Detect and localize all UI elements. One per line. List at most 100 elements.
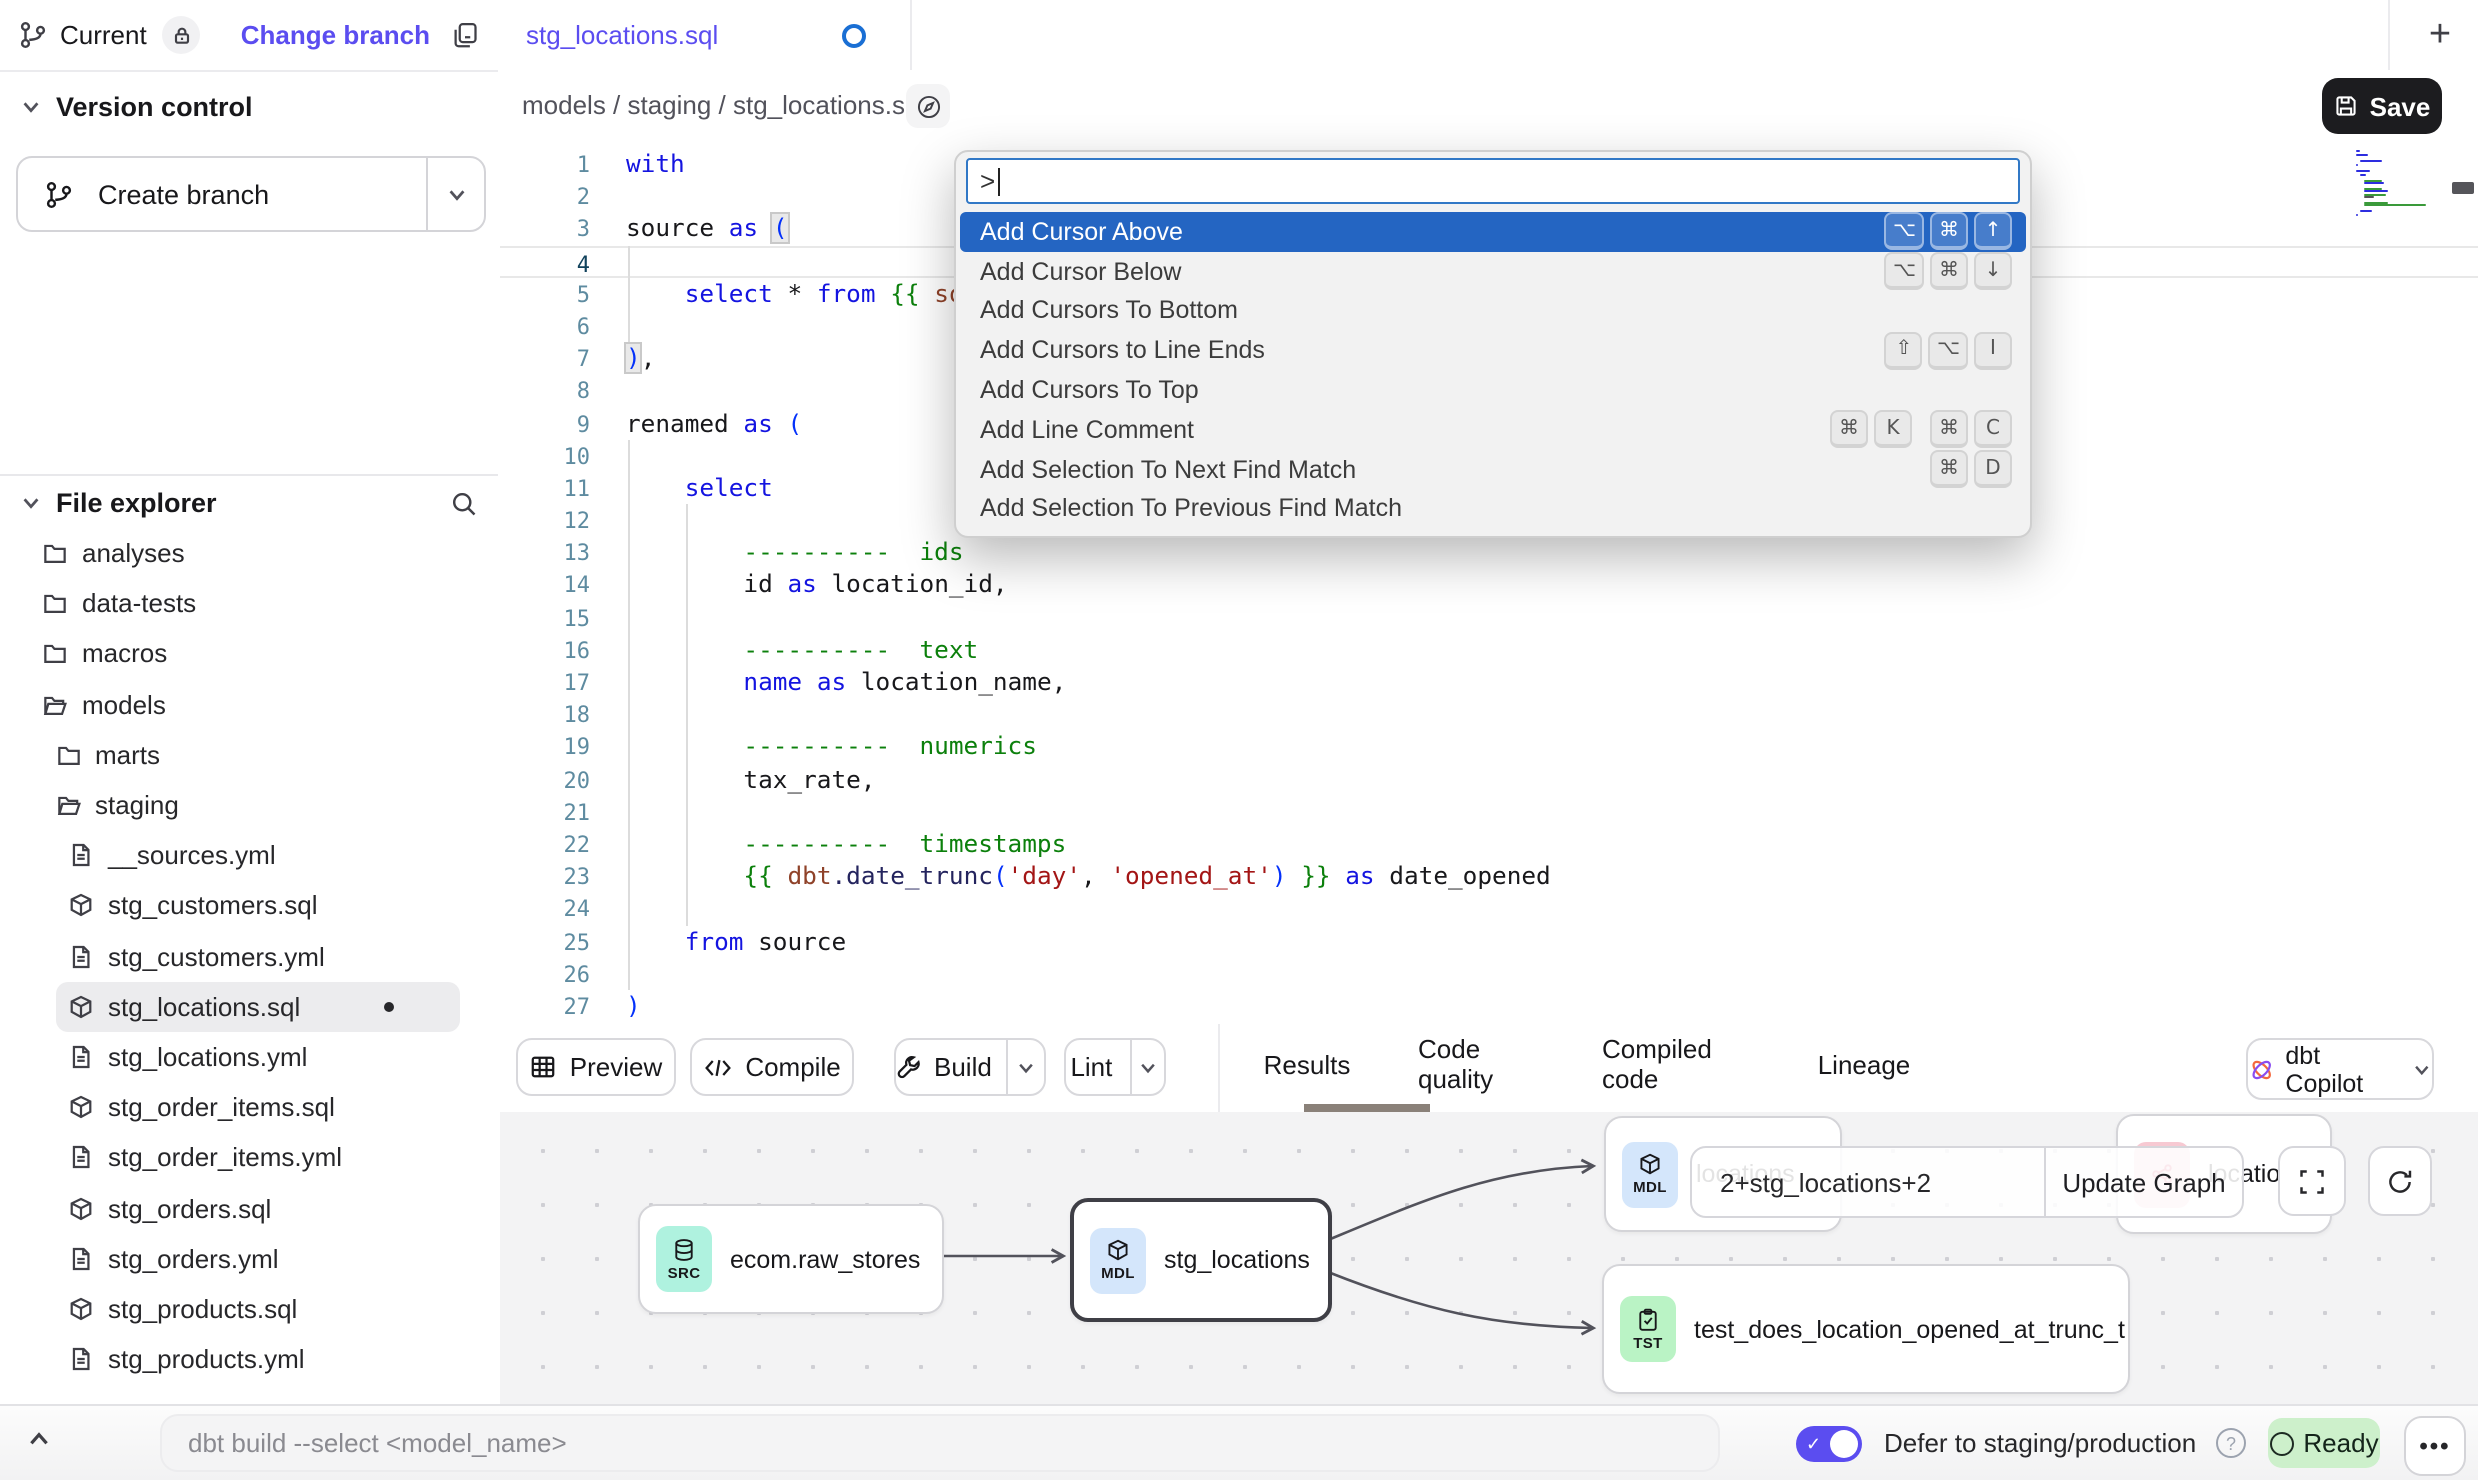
code-line-23[interactable]: 23 {{ dbt.date_trunc('day', 'opened_at')… [500,860,2478,892]
text-caret [997,167,999,195]
lineage-node-stg-locations[interactable]: MDL stg_locations [1070,1198,1332,1322]
code-line-17[interactable]: 17 name as location_name, [500,666,2478,698]
lineage-selector-input[interactable]: 2+stg_locations+2 [1692,1167,2044,1197]
dbt-copilot-button[interactable]: dbt Copilot [2246,1038,2434,1100]
help-icon[interactable]: ? [2216,1428,2246,1458]
minimap[interactable] [2356,150,2444,217]
panel-tab-code-quality[interactable]: Code quality [1418,1024,1528,1104]
command-item[interactable]: Add Selection To Next Find Match⌘D [960,450,2026,490]
file-icon [68,1145,94,1171]
build-button[interactable]: Build [894,1038,1046,1096]
dbt-ide-window: Current Change branch Version control Cr… [0,0,2478,1478]
file-tree-item-stg-locations-sql[interactable]: stg_locations.sql [56,981,460,1031]
dbt-command-input[interactable]: dbt build --select <model_name> [160,1414,1720,1472]
code-line-25[interactable]: 25 from source [500,925,2478,957]
sidebar: Current Change branch Version control Cr… [0,0,502,1404]
copy-icon[interactable] [450,20,480,50]
file-tree-item-stg-orders-yml[interactable]: stg_orders.yml [0,1233,498,1283]
file-tree-item-models[interactable]: models [0,679,498,729]
fullscreen-button[interactable] [2278,1146,2346,1216]
line-content [590,893,626,925]
refresh-button[interactable] [2368,1146,2432,1216]
defer-toggle[interactable]: ✓ [1796,1426,1862,1462]
model-badge: MDL [1090,1227,1146,1293]
fullscreen-icon [2298,1167,2326,1195]
file-tree-item-macros[interactable]: macros [0,629,498,679]
code-line-20[interactable]: 20 tax_rate, [500,763,2478,795]
code-line-15[interactable]: 15 [500,601,2478,633]
lint-button[interactable]: Lint [1064,1038,1166,1096]
line-content: name as location_name, [590,666,1066,698]
command-palette-input[interactable]: > [966,158,2020,204]
file-tree-item-stg-order-items-yml[interactable]: stg_order_items.yml [0,1133,498,1183]
code-line-26[interactable]: 26 [500,957,2478,989]
file-tree-item-stg-products-sql[interactable]: stg_products.sql [0,1284,498,1334]
version-control-header[interactable]: Version control [20,92,253,122]
command-item[interactable]: Add Cursor Above⌥⌘↑ [960,212,2026,252]
file-tree-item-stg-products-yml[interactable]: stg_products.yml [0,1334,498,1384]
file-tree-item-stg-order-items-sql[interactable]: stg_order_items.sql [0,1082,498,1132]
command-label: Add Selection To Next Find Match [980,455,1356,483]
wrench-icon [896,1054,922,1080]
editor-scrollbar[interactable] [2452,182,2474,194]
update-graph-button[interactable]: Update Graph [2044,1148,2242,1216]
command-item[interactable]: Add Cursors to Line Ends⇧⌥I [960,331,2026,371]
refresh-icon [2386,1167,2414,1195]
file-tree-item-stg-customers-yml[interactable]: stg_customers.yml [0,931,498,981]
panel-tab-results[interactable]: Results [1266,1024,1348,1104]
file-tree-item-stg-locations-yml[interactable]: stg_locations.yml [0,1032,498,1082]
line-content: {{ dbt.date_trunc('day', 'opened_at') }}… [590,860,1551,892]
file-tree-item-staging[interactable]: staging [0,780,498,830]
navigate-chip[interactable] [906,84,950,128]
command-item[interactable]: Add Line Comment⌘K⌘C [960,410,2026,450]
command-item[interactable]: Add Cursors To Bottom [960,291,2026,331]
code-line-16[interactable]: 16 ---------- text [500,634,2478,666]
command-item[interactable]: Add Cursors To Top [960,370,2026,410]
command-item[interactable]: Add Selection To Previous Find Match [960,489,2026,529]
status-ring-icon [2269,1431,2293,1455]
file-tree-item-stg-orders-sql[interactable]: stg_orders.sql [0,1183,498,1233]
lint-dropdown[interactable] [1131,1038,1164,1096]
breadcrumb: models / staging / stg_locations.sql [522,90,925,120]
file-explorer-title: File explorer [56,488,217,518]
code-line-21[interactable]: 21 [500,796,2478,828]
code-line-13[interactable]: 13 ---------- ids [500,537,2478,569]
panel-tab-compiled-code[interactable]: Compiled code [1602,1024,1762,1104]
tab-stg-locations[interactable]: stg_locations.sql [500,0,912,70]
code-line-22[interactable]: 22 ---------- timestamps [500,828,2478,860]
new-tab-button[interactable]: + [2410,8,2470,62]
code-line-27[interactable]: 27) [500,990,2478,1022]
compile-button[interactable]: Compile [690,1038,854,1096]
line-number: 2 [500,180,590,212]
code-line-19[interactable]: 19 ---------- numerics [500,731,2478,763]
chevron-down-icon[interactable] [20,492,42,514]
command-item[interactable]: Add Selection To All Find Matches [960,529,2026,538]
create-branch-dropdown[interactable] [426,158,484,230]
lineage-canvas[interactable]: MDL locations locations SRC ecom.raw_sto… [500,1112,2478,1404]
build-dropdown[interactable] [1006,1038,1044,1096]
chevron-up-icon[interactable] [26,1426,52,1452]
create-branch-button[interactable]: Create branch [16,156,486,232]
save-button[interactable]: Save [2322,78,2442,134]
file-tree-item-marts[interactable]: marts [0,730,498,780]
command-item[interactable]: Add Cursor Below⌥⌘↓ [960,252,2026,292]
command-palette: > Add Cursor Above⌥⌘↑Add Cursor Below⌥⌘↓… [954,150,2032,538]
file-tree-item-stg-customers-sql[interactable]: stg_customers.sql [0,881,498,931]
code-line-14[interactable]: 14 id as location_id, [500,569,2478,601]
preview-button[interactable]: Preview [516,1038,676,1096]
panel-tab-lineage[interactable]: Lineage [1822,1024,1906,1104]
line-content: renamed as ( [590,407,802,439]
search-icon[interactable] [450,489,478,517]
lock-icon [172,25,192,45]
file-tree-item-data-tests[interactable]: data-tests [0,578,498,628]
change-branch-link[interactable]: Change branch [241,20,430,50]
code-line-18[interactable]: 18 [500,698,2478,730]
line-content [590,375,626,407]
file-tree-item--sources-yml[interactable]: __sources.yml [0,830,498,880]
code-line-24[interactable]: 24 [500,893,2478,925]
file-tree-item-analyses[interactable]: analyses [0,528,498,578]
lineage-node-source[interactable]: SRC ecom.raw_stores [638,1204,944,1314]
more-menu-button[interactable]: ••• [2404,1416,2466,1476]
line-content [590,310,626,342]
lineage-node-test[interactable]: TST test_does_location_opened_at_trunc_t… [1602,1264,2130,1394]
